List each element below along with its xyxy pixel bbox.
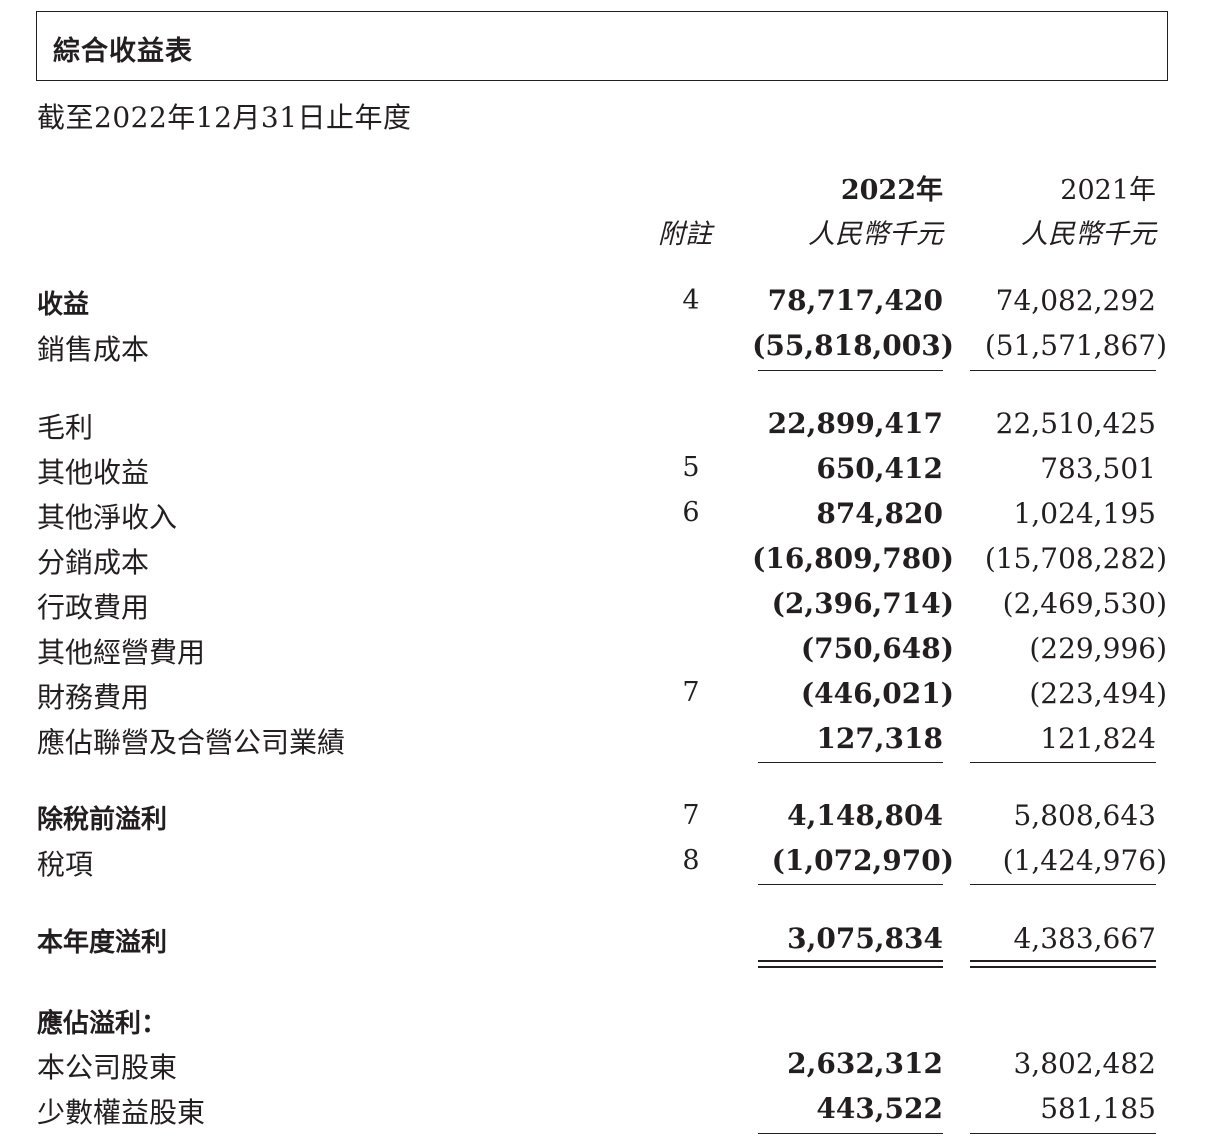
row-value-2022-revenue: 78,717,420 [767,284,943,317]
row-value-2021-finance-costs: (223,494) [1029,677,1167,710]
row-value-2022-distribution-costs: (16,809,780) [752,542,954,575]
row-note-finance-costs: 7 [682,677,700,708]
row-value-2021-profit-before-tax: 5,808,643 [1013,799,1156,832]
row-label-taxation: 稅項 [37,848,94,881]
header-unit-2022: 人民幣千元 [808,219,943,250]
row-label-finance-costs: 財務費用 [37,681,150,714]
total-double-rule-2021 [970,960,1156,968]
row-label-other-operating-expenses: 其他經營費用 [37,636,206,669]
row-note-other-net-income: 6 [682,497,700,528]
subtotal-rule-2022 [758,1133,943,1134]
row-value-2022-administrative-expenses: (2,396,714) [771,587,954,620]
row-label-administrative-expenses: 行政費用 [37,591,150,624]
row-note-revenue: 4 [682,285,700,316]
row-value-2021-taxation: (1,424,976) [1002,844,1167,877]
header-year-2021: 2021年 [1060,175,1156,206]
statement-period: 截至2022年12月31日止年度 [37,101,412,134]
row-label-gross-profit: 毛利 [37,411,94,444]
row-note-taxation: 8 [682,845,700,876]
row-value-2022-profit-before-tax: 4,148,804 [787,799,943,832]
subtotal-rule-2021 [970,884,1156,885]
row-value-2021-profit-for-year: 4,383,667 [1013,922,1156,955]
header-year-2022: 2022年 [840,175,943,206]
row-value-2022-share-of-associates: 127,318 [816,722,943,755]
row-value-2022-equity-shareholders: 2,632,312 [787,1047,943,1080]
row-value-2021-revenue: 74,082,292 [995,284,1156,317]
row-value-2022-taxation: (1,072,970) [771,844,954,877]
row-value-2021-share-of-associates: 121,824 [1040,722,1156,755]
header-unit-2021: 人民幣千元 [1021,219,1156,250]
row-value-2021-distribution-costs: (15,708,282) [984,542,1167,575]
subtotal-rule-2022 [758,370,943,371]
statement-title: 綜合收益表 [53,36,193,67]
row-value-2021-other-operating-expenses: (229,996) [1029,632,1167,665]
subtotal-rule-2021 [970,762,1156,763]
row-value-2021-gross-profit: 22,510,425 [995,407,1156,440]
row-label-revenue: 收益 [37,290,90,320]
subtotal-rule-2021 [970,370,1156,371]
row-label-other-net-income: 其他淨收入 [37,501,178,534]
subtotal-rule-2022 [758,762,943,763]
row-value-2022-other-revenue: 650,412 [816,452,943,485]
statement-title-box: 綜合收益表 [36,11,1168,81]
header-note: 附註 [658,219,712,250]
row-value-2022-other-operating-expenses: (750,648) [800,632,954,665]
row-label-cost-of-sales: 銷售成本 [37,333,150,366]
subtotal-rule-2021 [970,1133,1156,1134]
row-label-non-controlling-interests: 少數權益股東 [37,1096,206,1129]
row-value-2021-non-controlling-interests: 581,185 [1040,1092,1156,1125]
row-value-2022-gross-profit: 22,899,417 [767,407,943,440]
row-value-2022-cost-of-sales: (55,818,003) [752,329,954,362]
row-label-distribution-costs: 分銷成本 [37,546,150,579]
row-value-2021-administrative-expenses: (2,469,530) [1002,587,1167,620]
row-value-2022-finance-costs: (446,021) [800,677,954,710]
row-value-2022-non-controlling-interests: 443,522 [816,1092,943,1125]
row-label-share-of-associates: 應佔聯營及合營公司業績 [37,726,346,759]
row-label-equity-shareholders: 本公司股東 [37,1051,178,1084]
section-label-attributable: 應佔溢利： [37,1009,168,1039]
row-label-profit-before-tax: 除稅前溢利 [37,805,168,835]
total-double-rule-2022 [758,960,943,968]
row-value-2022-profit-for-year: 3,075,834 [787,922,943,955]
row-label-profit-for-year: 本年度溢利 [37,928,168,958]
row-note-profit-before-tax: 7 [682,800,700,831]
row-value-2022-other-net-income: 874,820 [816,497,943,530]
row-value-2021-cost-of-sales: (51,571,867) [984,329,1167,362]
row-note-other-revenue: 5 [682,452,700,483]
row-value-2021-other-revenue: 783,501 [1040,452,1156,485]
subtotal-rule-2022 [758,884,943,885]
row-label-other-revenue: 其他收益 [37,456,150,489]
row-value-2021-other-net-income: 1,024,195 [1013,497,1156,530]
row-value-2021-equity-shareholders: 3,802,482 [1013,1047,1156,1080]
